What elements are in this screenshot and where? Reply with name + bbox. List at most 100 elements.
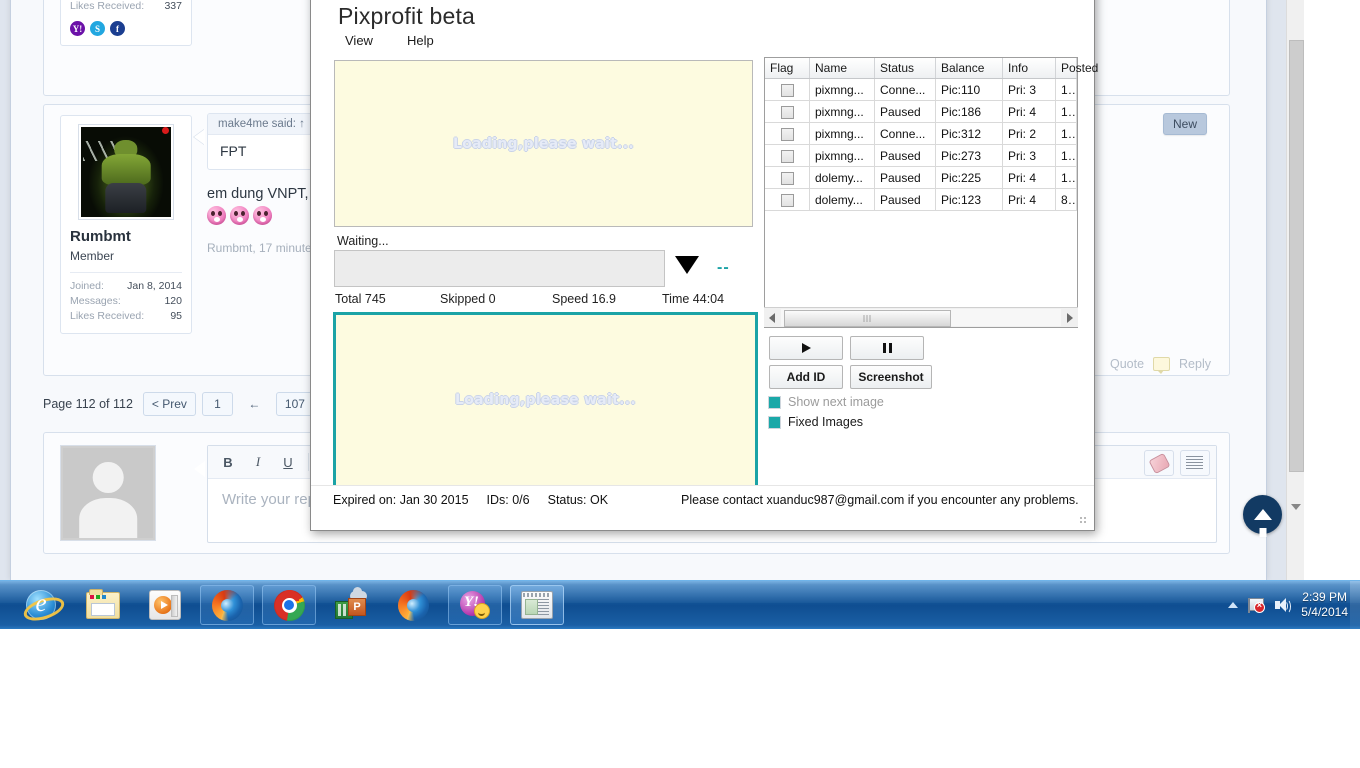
row-info: Pri: 4	[1002, 188, 1056, 211]
avatar-image	[81, 127, 171, 217]
row-checkbox[interactable]	[780, 149, 794, 163]
row-checkbox[interactable]	[780, 127, 794, 141]
clock[interactable]: 2:39 PM 5/4/2014	[1301, 590, 1348, 620]
scroll-to-top-button[interactable]	[1243, 495, 1282, 537]
add-id-button[interactable]: Add ID	[769, 365, 843, 389]
column-header-name[interactable]: Name	[809, 58, 875, 79]
preview-image-bottom[interactable]: Loading,please wait...	[333, 312, 758, 488]
likes-value: 95	[170, 310, 182, 322]
row-flag-cell[interactable]	[765, 100, 810, 123]
row-info: Pri: 4	[1002, 100, 1056, 123]
browser-scrollbar[interactable]	[1286, 0, 1304, 580]
table-row[interactable]: dolemy... Paused Pic:225 Pri: 4 162	[765, 166, 1077, 189]
table-row[interactable]: pixmng... Paused Pic:273 Pri: 3 159	[765, 144, 1077, 167]
taskbar-item-yahoo-messenger[interactable]: Y!	[448, 585, 502, 625]
taskbar-item-firefox-2[interactable]	[386, 585, 440, 625]
accounts-table-container[interactable]: Flag Name Status Balance Info Posted pix…	[764, 57, 1098, 328]
menu-item-view[interactable]: View	[341, 31, 377, 50]
volume-icon[interactable]	[1275, 598, 1292, 614]
desktop-screen: Member Joined: Oct 27, 2012 Messages: 83…	[0, 0, 1360, 768]
scrollbar-thumb[interactable]	[784, 310, 951, 327]
row-name: pixmng...	[809, 78, 875, 101]
column-header-posted[interactable]: Posted	[1055, 58, 1098, 79]
taskbar-item-firefox[interactable]	[200, 585, 254, 625]
scroll-right-arrow-icon[interactable]	[1067, 313, 1073, 323]
row-posted: 83	[1055, 188, 1077, 211]
bold-button[interactable]: B	[214, 449, 242, 475]
user-card-2: Rumbmt Member Joined: Jan 8, 2014 Messag…	[60, 115, 192, 334]
row-checkbox[interactable]	[780, 105, 794, 119]
taskbar-item-pixprofit[interactable]	[510, 585, 564, 625]
row-status: Conne...	[874, 122, 936, 145]
italic-button[interactable]: I	[244, 449, 272, 475]
row-balance: Pic:110	[935, 78, 1003, 101]
draft-button[interactable]	[1180, 450, 1210, 476]
user-name[interactable]: Rumbmt	[70, 228, 182, 246]
scroll-down-arrow-icon[interactable]	[1291, 504, 1301, 510]
row-checkbox[interactable]	[780, 171, 794, 185]
show-hidden-icons-icon[interactable]	[1228, 602, 1239, 608]
menu-item-help[interactable]: Help	[403, 31, 438, 50]
row-flag-cell[interactable]	[765, 144, 810, 167]
table-row[interactable]: pixmng... Conne... Pic:110 Pri: 3 12	[765, 78, 1077, 101]
resize-grip-icon[interactable]	[1079, 516, 1088, 525]
show-next-image-checkbox[interactable]: Show next image	[768, 395, 884, 409]
scrollbar-thumb[interactable]	[1289, 40, 1304, 472]
firefox-icon	[211, 589, 243, 621]
chevron-down-icon[interactable]	[675, 256, 699, 274]
checkbox-icon[interactable]	[768, 415, 781, 429]
progress-bar	[334, 250, 665, 287]
pause-button[interactable]	[850, 336, 924, 360]
yahoo-icon[interactable]: Y!	[70, 21, 85, 36]
column-header-balance[interactable]: Balance	[935, 58, 1003, 79]
table-row[interactable]: dolemy... Paused Pic:123 Pri: 4 83	[765, 188, 1077, 211]
preview-image-top[interactable]: Loading,please wait...	[334, 60, 753, 227]
skype-icon[interactable]: S	[90, 21, 105, 36]
table-horizontal-scrollbar[interactable]	[764, 307, 1078, 327]
taskbar-item-google-chrome[interactable]	[262, 585, 316, 625]
avatar[interactable]	[78, 124, 174, 220]
taskbar-item-windows-explorer[interactable]	[76, 585, 130, 625]
show-desktop-button[interactable]	[1350, 581, 1360, 629]
underline-button[interactable]: U	[274, 449, 302, 475]
row-flag-cell[interactable]	[765, 188, 810, 211]
column-header-flag[interactable]: Flag	[765, 58, 810, 79]
facebook-icon[interactable]: f	[110, 21, 125, 36]
table-row[interactable]: pixmng... Conne... Pic:312 Pri: 2 162	[765, 122, 1077, 145]
media-player-icon	[149, 590, 181, 620]
table-row[interactable]: pixmng... Paused Pic:186 Pri: 4 161	[765, 100, 1077, 123]
taskbar-item-office-suite[interactable]: P	[324, 585, 378, 625]
checkbox-icon[interactable]	[768, 395, 781, 409]
table-header-row: Flag Name Status Balance Info Posted	[765, 58, 1098, 79]
row-posted: 162	[1055, 166, 1077, 189]
prev-page-button[interactable]: < Prev	[142, 392, 196, 416]
reply-link[interactable]: Reply	[1179, 357, 1211, 371]
taskbar-item-windows-media-player[interactable]	[138, 585, 192, 625]
loading-text: Loading,please wait...	[452, 135, 634, 152]
row-checkbox[interactable]	[780, 193, 794, 207]
divider	[308, 453, 309, 471]
column-header-info[interactable]: Info	[1002, 58, 1056, 79]
row-flag-cell[interactable]	[765, 166, 810, 189]
play-button[interactable]	[769, 336, 843, 360]
eraser-button[interactable]	[1144, 450, 1174, 476]
page-button-first[interactable]: 1	[201, 392, 233, 416]
joined-label: Joined:	[70, 280, 104, 292]
taskbar-item-internet-explorer[interactable]	[14, 585, 68, 625]
network-flag-icon[interactable]	[1248, 597, 1266, 613]
contact-text: Please contact xuanduc987@gmail.com if y…	[681, 493, 1079, 507]
fixed-images-checkbox[interactable]: Fixed Images	[768, 415, 863, 429]
firefox-icon	[397, 589, 429, 621]
row-checkbox[interactable]	[780, 83, 794, 97]
likes-label: Likes Received:	[70, 310, 145, 322]
row-balance: Pic:123	[935, 188, 1003, 211]
quote-link[interactable]: Quote	[1110, 357, 1144, 371]
scroll-left-arrow-icon[interactable]	[769, 313, 775, 323]
avatar-legs	[105, 182, 147, 214]
row-flag-cell[interactable]	[765, 122, 810, 145]
screenshot-button[interactable]: Screenshot	[850, 365, 932, 389]
page-button-107[interactable]: 107	[275, 392, 314, 416]
row-flag-cell[interactable]	[765, 78, 810, 101]
expired-text: Expired on: Jan 30 2015	[333, 493, 469, 507]
column-header-status[interactable]: Status	[874, 58, 936, 79]
